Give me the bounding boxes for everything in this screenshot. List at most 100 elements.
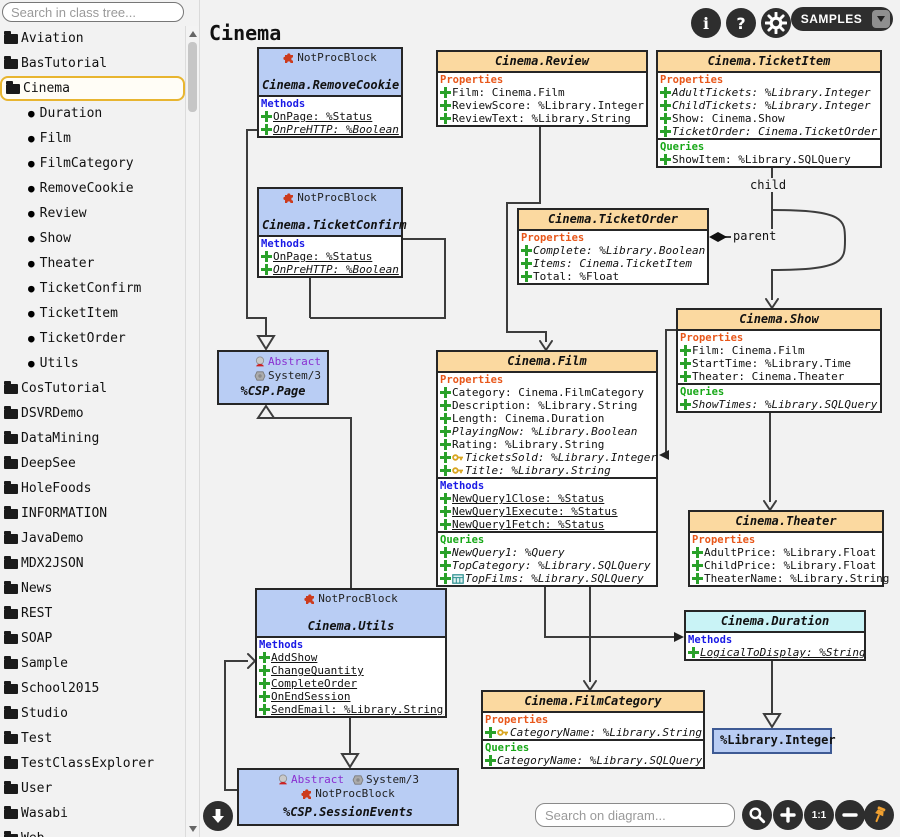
tree-item-REST[interactable]: REST bbox=[0, 601, 185, 626]
member-row[interactable]: Category: Cinema.FilmCategory bbox=[438, 386, 656, 399]
member-row[interactable]: NewQuery1Execute: %Status bbox=[438, 505, 656, 518]
member-row[interactable]: Film: Cinema.Film bbox=[438, 86, 646, 99]
member-row[interactable]: TicketOrder: Cinema.TicketOrder bbox=[658, 125, 880, 138]
member-row[interactable]: ShowTimes: %Library.SQLQuery bbox=[678, 398, 880, 411]
class-box-review[interactable]: Cinema.Review Properties Film: Cinema.Film… bbox=[436, 50, 648, 127]
tree-item-News[interactable]: News bbox=[0, 576, 185, 601]
member-row[interactable]: ChildPrice: %Library.Float bbox=[690, 559, 882, 572]
class-box-filmcategory[interactable]: Cinema.FilmCategory Properties CategoryNam… bbox=[481, 690, 705, 769]
zoom-in-button[interactable] bbox=[773, 800, 803, 830]
scrollbar-down-icon[interactable] bbox=[189, 826, 197, 832]
member-row[interactable]: OnEndSession bbox=[257, 690, 445, 703]
tree-item-User[interactable]: User bbox=[0, 776, 185, 801]
member-row[interactable]: OnPage: %Status bbox=[259, 110, 401, 123]
member-row[interactable]: Rating: %Library.String bbox=[438, 438, 656, 451]
scrollbar-up-icon[interactable] bbox=[189, 31, 197, 37]
tree-item-FilmCategory[interactable]: ● FilmCategory bbox=[0, 151, 185, 176]
member-row[interactable]: StartTime: %Library.Time bbox=[678, 357, 880, 370]
tree-item-TicketConfirm[interactable]: ● TicketConfirm bbox=[0, 276, 185, 301]
member-row[interactable]: CategoryName: %Library.SQLQuery bbox=[483, 754, 703, 767]
member-row[interactable]: Complete: %Library.Boolean bbox=[519, 244, 707, 257]
tree-item-Theater[interactable]: ● Theater bbox=[0, 251, 185, 276]
member-row[interactable]: ShowItem: %Library.SQLQuery bbox=[658, 153, 880, 166]
member-row[interactable]: ReviewScore: %Library.Integer bbox=[438, 99, 646, 112]
tree-item-Sample[interactable]: Sample bbox=[0, 651, 185, 676]
member-row[interactable]: TopCategory: %Library.SQLQuery bbox=[438, 559, 656, 572]
diagram-search-button[interactable] bbox=[742, 800, 772, 830]
class-box-film[interactable]: Cinema.Film Properties Category: Cinema.Fi… bbox=[436, 350, 658, 587]
member-row[interactable]: Show: Cinema.Show bbox=[658, 112, 880, 125]
member-row[interactable]: NewQuery1Close: %Status bbox=[438, 492, 656, 505]
tree-item-Review[interactable]: ● Review bbox=[0, 201, 185, 226]
member-row[interactable]: TicketsSold: %Library.Integer bbox=[438, 451, 657, 464]
tree-item-Aviation[interactable]: Aviation bbox=[0, 26, 185, 51]
pin-button[interactable] bbox=[864, 800, 894, 830]
member-row[interactable]: AddShow bbox=[257, 651, 445, 664]
tree-item-School2015[interactable]: School2015 bbox=[0, 676, 185, 701]
tree-item-Studio[interactable]: Studio bbox=[0, 701, 185, 726]
class-box-removecookie[interactable]: NotProcBlock Cinema.RemoveCookie Methods On… bbox=[257, 47, 403, 138]
diagram-search-input[interactable] bbox=[535, 803, 735, 827]
class-box-show[interactable]: Cinema.Show Properties Film: Cinema.Film St… bbox=[676, 308, 882, 413]
class-box-utils[interactable]: NotProcBlock Cinema.Utils Methods AddShow Ch… bbox=[255, 588, 447, 718]
member-row[interactable]: ChangeQuantity bbox=[257, 664, 445, 677]
namespace-dropdown[interactable]: SAMPLES bbox=[791, 7, 893, 31]
member-row[interactable]: OnPage: %Status bbox=[259, 250, 401, 263]
tree-item-INFORMATION[interactable]: INFORMATION bbox=[0, 501, 185, 526]
member-row[interactable]: AdultTickets: %Library.Integer bbox=[658, 86, 880, 99]
member-row[interactable]: PlayingNow: %Library.Boolean bbox=[438, 425, 656, 438]
member-row[interactable]: Theater: Cinema.Theater bbox=[678, 370, 880, 383]
member-row[interactable]: NewQuery1: %Query bbox=[438, 546, 656, 559]
class-box-theater[interactable]: Cinema.Theater Properties AdultPrice: %Lib… bbox=[688, 510, 889, 587]
member-row[interactable]: AdultPrice: %Library.Float bbox=[690, 546, 882, 559]
class-box-libinteger[interactable]: %Library.Integer bbox=[712, 728, 836, 754]
tree-item-DSVRDemo[interactable]: DSVRDemo bbox=[0, 401, 185, 426]
member-row[interactable]: ReviewText: %Library.String bbox=[438, 112, 646, 125]
tree-item-Web[interactable]: Web bbox=[0, 826, 185, 837]
tree-item-BasTutorial[interactable]: BasTutorial bbox=[0, 51, 185, 76]
class-box-ticketitem[interactable]: Cinema.TicketItem Properties AdultTickets:… bbox=[656, 50, 882, 168]
member-row[interactable]: Title: %Library.String bbox=[438, 464, 656, 477]
member-row[interactable]: Length: Cinema.Duration bbox=[438, 412, 656, 425]
tree-item-SOAP[interactable]: SOAP bbox=[0, 626, 185, 651]
member-row[interactable]: Description: %Library.String bbox=[438, 399, 656, 412]
tree-item-TestClassExplorer[interactable]: TestClassExplorer bbox=[0, 751, 185, 776]
tree-search-input[interactable] bbox=[2, 2, 184, 22]
tree-item-Wasabi[interactable]: Wasabi bbox=[0, 801, 185, 826]
class-box-ticketorder[interactable]: Cinema.TicketOrder Properties Complete: %L… bbox=[517, 208, 709, 285]
tree-item-JavaDemo[interactable]: JavaDemo bbox=[0, 526, 185, 551]
class-box-duration[interactable]: Cinema.Duration Methods LogicalToDisplay: … bbox=[684, 610, 866, 661]
zoom-reset-button[interactable]: 1:1 bbox=[804, 800, 834, 830]
tree-item-HoleFoods[interactable]: HoleFoods bbox=[0, 476, 185, 501]
tree-item-Cinema[interactable]: Cinema bbox=[0, 76, 185, 101]
tree-item-Film[interactable]: ● Film bbox=[0, 126, 185, 151]
tree-item-TicketItem[interactable]: ● TicketItem bbox=[0, 301, 185, 326]
tree-item-TicketOrder[interactable]: ● TicketOrder bbox=[0, 326, 185, 351]
help-button[interactable]: ? bbox=[726, 8, 756, 38]
tree-item-DataMining[interactable]: DataMining bbox=[0, 426, 185, 451]
scrollbar-thumb[interactable] bbox=[188, 42, 197, 112]
member-row[interactable]: OnPreHTTP: %Boolean bbox=[259, 263, 401, 276]
class-box-csppage[interactable]: Abstract System/3 %CSP.Page bbox=[217, 350, 329, 405]
member-row[interactable]: Items: Cinema.TicketItem bbox=[519, 257, 707, 270]
tree-item-Utils[interactable]: ● Utils bbox=[0, 351, 185, 376]
member-row[interactable]: Film: Cinema.Film bbox=[678, 344, 880, 357]
tree-item-CosTutorial[interactable]: CosTutorial bbox=[0, 376, 185, 401]
tree-item-DeepSee[interactable]: DeepSee bbox=[0, 451, 185, 476]
tree-item-Show[interactable]: ● Show bbox=[0, 226, 185, 251]
class-box-ticketconfirm[interactable]: NotProcBlock Cinema.TicketConfirm Methods O… bbox=[257, 187, 407, 278]
member-row[interactable]: CategoryName: %Library.String bbox=[483, 726, 703, 739]
tree-scrollbar[interactable] bbox=[185, 26, 199, 837]
zoom-out-button[interactable] bbox=[835, 800, 865, 830]
tree-item-Test[interactable]: Test bbox=[0, 726, 185, 751]
member-row[interactable]: LogicalToDisplay: %String bbox=[686, 646, 866, 659]
member-row[interactable]: ChildTickets: %Library.Integer bbox=[658, 99, 880, 112]
member-row[interactable]: NewQuery1Fetch: %Status bbox=[438, 518, 656, 531]
info-button[interactable]: i bbox=[691, 8, 721, 38]
member-row[interactable]: OnPreHTTP: %Boolean bbox=[259, 123, 401, 136]
member-row[interactable]: SendEmail: %Library.String bbox=[257, 703, 445, 716]
member-row[interactable]: TopFilms: %Library.SQLQuery bbox=[438, 572, 656, 585]
member-row[interactable]: CompleteOrder bbox=[257, 677, 445, 690]
tree-item-Duration[interactable]: ● Duration bbox=[0, 101, 185, 126]
member-row[interactable]: Total: %Float bbox=[519, 270, 707, 283]
